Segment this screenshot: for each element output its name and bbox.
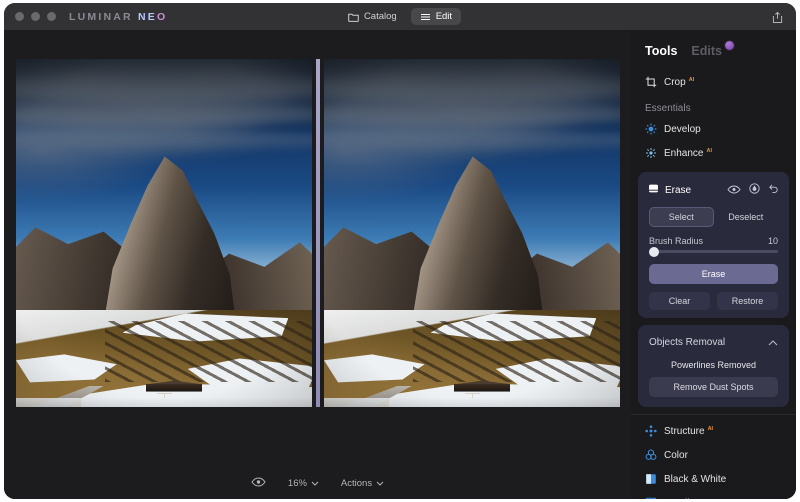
tab-catalog[interactable]: Catalog	[339, 8, 406, 25]
cloud-band	[324, 102, 620, 125]
develop-icon	[645, 123, 657, 135]
ai-badge: AI	[707, 426, 714, 432]
brush-mask-icon[interactable]	[749, 181, 760, 199]
enhance-icon	[645, 147, 657, 159]
share-export-icon[interactable]	[769, 9, 785, 25]
zoom-level-dropdown[interactable]: 16%	[288, 478, 319, 489]
color-icon	[645, 449, 657, 461]
select-button[interactable]: Select	[649, 207, 714, 227]
before-image[interactable]	[16, 59, 312, 407]
actions-dropdown[interactable]: Actions	[341, 478, 384, 489]
remove-dust-spots-button[interactable]: Remove Dust Spots	[649, 377, 778, 397]
chevron-down-icon	[311, 478, 319, 489]
mountain-cabin	[454, 383, 511, 392]
snow-slope	[324, 309, 620, 407]
crop-icon	[645, 76, 657, 88]
select-mode-segmented[interactable]: Select Deselect	[649, 207, 778, 227]
erase-button[interactable]: Erase	[649, 264, 778, 284]
tab-edit[interactable]: Edit	[410, 8, 462, 25]
eraser-icon	[648, 181, 659, 199]
ai-badge: AI	[706, 148, 712, 154]
tool-crop[interactable]: Crop AI	[631, 70, 796, 94]
brush-radius-row: Brush Radius 10	[649, 236, 778, 246]
ai-badge: AI	[688, 77, 695, 83]
erase-header-actions	[727, 181, 779, 199]
section-essentials: Essentials	[645, 103, 691, 114]
after-image[interactable]	[324, 59, 620, 407]
tab-catalog-label: Catalog	[363, 11, 397, 22]
details-icon	[645, 497, 657, 499]
before-after-pair[interactable]	[16, 59, 620, 407]
tool-develop-label: Develop	[664, 123, 701, 135]
snow-patch	[16, 354, 117, 383]
preview-toggle-button[interactable]	[251, 476, 266, 490]
erase-card-title: Erase	[665, 184, 692, 196]
zoom-level-value: 16%	[287, 477, 307, 489]
tool-develop[interactable]: Develop	[631, 117, 796, 141]
cloud-band	[16, 131, 312, 149]
tool-structure[interactable]: Structure AI	[631, 419, 796, 443]
tool-enhance[interactable]: Enhance AI	[631, 141, 796, 165]
top-tab-group: Catalog Edit	[4, 3, 796, 30]
tool-details[interactable]: Details	[631, 491, 796, 499]
brush-radius-slider[interactable]	[649, 246, 778, 257]
tab-tools[interactable]: Tools	[645, 44, 677, 58]
app-body: 16% Actions Tools Edits Crop AI Essentia…	[4, 30, 796, 499]
grass-streaks	[412, 321, 620, 382]
clear-button[interactable]: Clear	[649, 292, 710, 310]
sliders-icon	[420, 12, 431, 22]
bw-icon	[645, 473, 657, 485]
restore-button[interactable]: Restore	[717, 292, 778, 310]
erase-card-body: Select Deselect Brush Radius 10 Erase Cl…	[638, 207, 789, 310]
undo-icon[interactable]	[768, 181, 779, 199]
cloud-band	[324, 72, 620, 101]
chevron-down-icon	[376, 478, 384, 489]
grass-streaks	[104, 321, 312, 382]
mountain-cabin	[146, 383, 203, 392]
tool-crop-label: Crop	[664, 76, 686, 88]
powerlines-status: Powerlines Removed	[670, 360, 757, 370]
tool-color[interactable]: Color	[631, 443, 796, 467]
objects-removal-card[interactable]: Objects Removal Powerlines Removed Remov…	[638, 325, 789, 407]
objects-removal-title: Objects Removal	[649, 336, 726, 348]
erase-secondary-buttons: Clear Restore	[649, 292, 778, 310]
tab-edits[interactable]: Edits	[691, 44, 722, 58]
structure-icon	[645, 425, 657, 437]
foreground-snow	[324, 398, 620, 407]
cloud-band	[16, 72, 312, 101]
cloud-band	[324, 131, 620, 149]
panel-divider	[631, 414, 796, 415]
tool-structure-label: Structure	[664, 425, 705, 437]
deselect-button[interactable]: Deselect	[714, 207, 779, 227]
brush-radius-slider-knob[interactable]	[649, 246, 659, 257]
tool-details-label: Details	[664, 498, 695, 500]
objects-removal-header[interactable]: Objects Removal	[649, 333, 778, 351]
tool-enhance-label: Enhance	[664, 147, 704, 159]
tab-edit-label: Edit	[435, 11, 453, 22]
app-window: LUMINAR NEO Catalog Edit 16% Actions Too…	[4, 3, 796, 499]
tool-bw-label: Black & White	[664, 473, 727, 485]
brush-radius-value: 10	[767, 236, 778, 246]
snow-slope	[16, 309, 312, 407]
cloud-band	[16, 102, 312, 125]
foreground-snow	[16, 398, 312, 407]
erase-card-header: Erase	[638, 172, 789, 207]
tool-color-label: Color	[664, 449, 688, 461]
edits-count-badge	[724, 40, 735, 51]
erase-tool-card[interactable]: Erase Select Deselect Brush Radius 10 Er…	[638, 172, 789, 318]
snow-patch	[324, 354, 425, 383]
title-bar: LUMINAR NEO Catalog Edit	[4, 3, 796, 30]
brush-radius-label: Brush Radius	[649, 236, 704, 246]
image-canvas[interactable]: 16% Actions	[4, 30, 631, 499]
eye-icon[interactable]	[727, 181, 741, 199]
panel-tab-group: Tools Edits	[631, 40, 796, 70]
actions-label: Actions	[340, 477, 373, 489]
bottom-toolbar: 16% Actions	[4, 467, 631, 499]
tool-black-and-white[interactable]: Black & White	[631, 467, 796, 491]
tools-panel[interactable]: Tools Edits Crop AI Essentials Develop E…	[631, 30, 796, 499]
folder-icon	[348, 12, 359, 22]
chevron-up-icon[interactable]	[768, 333, 778, 351]
compare-divider-handle[interactable]	[316, 59, 320, 407]
eye-icon	[251, 476, 266, 490]
